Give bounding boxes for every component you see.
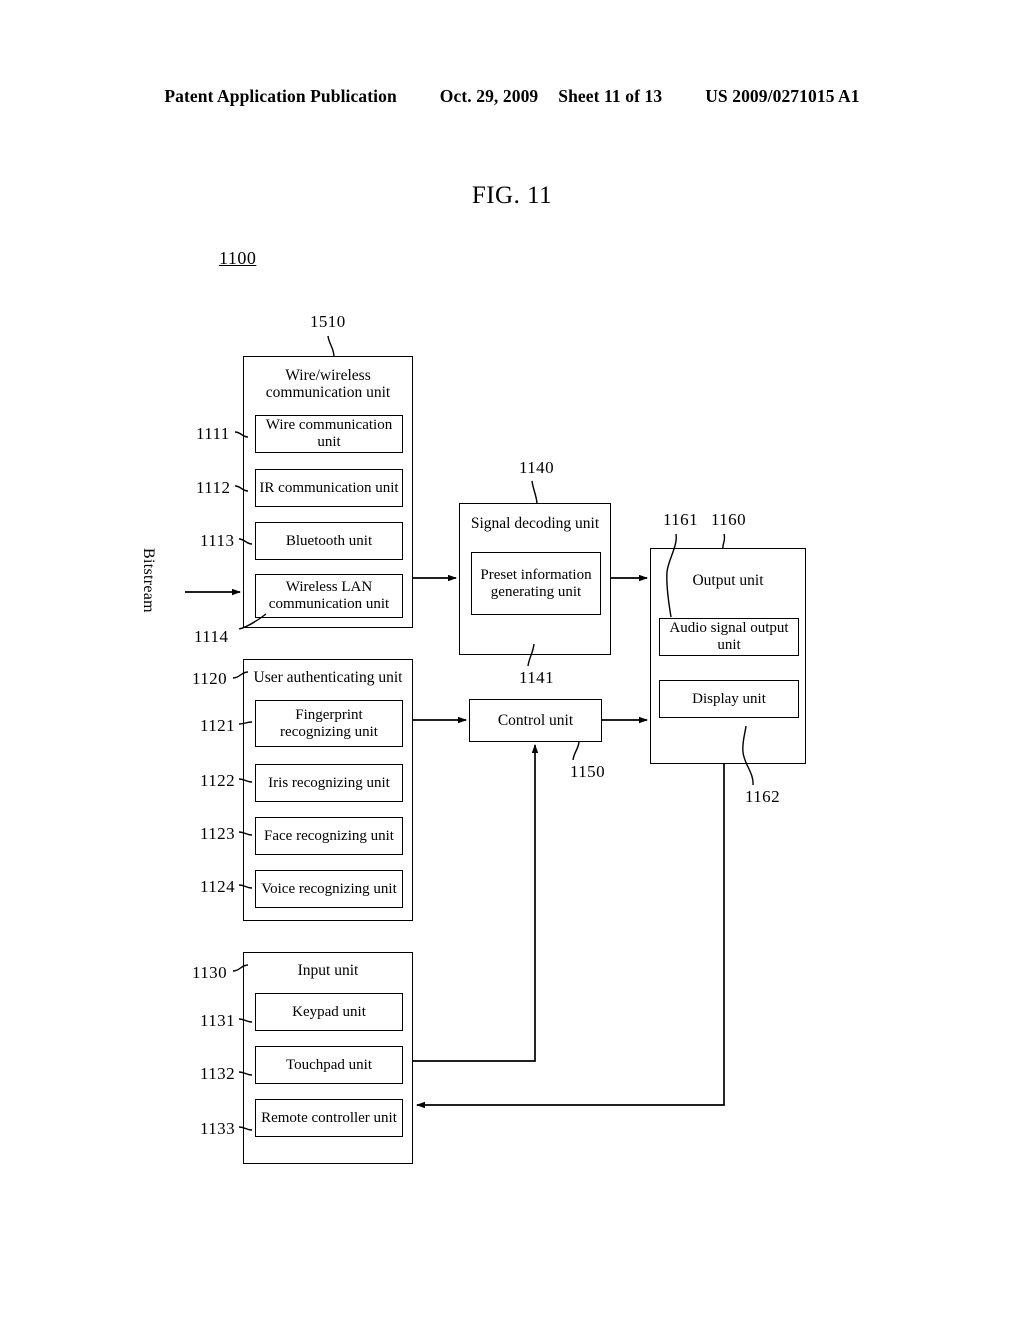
input-unit-title: Input unit (297, 962, 359, 979)
user-authenticating-title: User authenticating unit (253, 669, 403, 686)
reference-1510: 1510 (310, 312, 346, 331)
reference-1124: 1124 (200, 877, 235, 896)
output-unit: Output unit Audio signal output unit Dis… (650, 548, 806, 764)
audio-signal-output-unit: Audio signal output unit (659, 618, 799, 656)
iris-recognizing-unit: Iris recognizing unit (255, 764, 403, 802)
preset-information-generating-unit: Preset information generating unit (471, 552, 601, 615)
leader-1150 (572, 741, 580, 761)
voice-recognizing-unit: Voice recognizing unit (255, 870, 403, 908)
wire-wireless-communication-unit: Wire/wireless communication unit Wire co… (243, 356, 413, 628)
leader-1510 (327, 335, 335, 357)
input-unit: Input unit Keypad unit Touchpad unit Rem… (243, 952, 413, 1164)
reference-1162: 1162 (745, 787, 780, 806)
output-unit-title: Output unit (692, 572, 764, 589)
reference-1100: 1100 (219, 248, 257, 268)
reference-1141: 1141 (519, 668, 554, 687)
reference-1112: 1112 (196, 478, 231, 497)
reference-1122: 1122 (200, 771, 235, 790)
header-patent-number: US 2009/0271015 A1 (705, 86, 860, 106)
arrow-input-to-control (413, 744, 539, 1062)
reference-1120: 1120 (192, 669, 227, 688)
reference-1160: 1160 (711, 510, 746, 529)
page-header: Patent Application Publication Oct. 29, … (0, 86, 1024, 107)
signal-decoding-unit: Signal decoding unit Preset information … (459, 503, 611, 655)
user-authenticating-unit: User authenticating unit Fingerprint rec… (243, 659, 413, 921)
header-publication: Patent Application Publication (164, 86, 397, 106)
header-sheet: Sheet 11 of 13 (558, 86, 663, 106)
reference-1140: 1140 (519, 458, 554, 477)
header-date: Oct. 29, 2009 (439, 86, 539, 106)
control-unit: Control unit (469, 699, 602, 742)
wire-communication-unit: Wire communication unit (255, 415, 403, 453)
reference-1113: 1113 (200, 531, 235, 550)
reference-1133: 1133 (200, 1119, 235, 1138)
reference-1150: 1150 (570, 762, 605, 781)
fingerprint-recognizing-unit: Fingerprint recognizing unit (255, 700, 403, 747)
signal-decoding-title: Signal decoding unit (470, 515, 600, 532)
reference-1130: 1130 (192, 963, 227, 982)
reference-1111: 1111 (196, 424, 230, 443)
bitstream-label: Bitstream (140, 548, 157, 613)
reference-1121: 1121 (200, 716, 235, 735)
arrow-display-to-input (416, 764, 725, 1109)
remote-controller-unit: Remote controller unit (255, 1099, 403, 1137)
reference-1123: 1123 (200, 824, 235, 843)
display-unit: Display unit (659, 680, 799, 718)
bluetooth-unit: Bluetooth unit (255, 522, 403, 560)
ir-communication-unit: IR communication unit (255, 469, 403, 507)
figure-title: FIG. 11 (471, 182, 553, 209)
reference-1132: 1132 (200, 1064, 235, 1083)
wireless-lan-communication-unit: Wireless LAN communication unit (255, 574, 403, 618)
reference-1161: 1161 (663, 510, 698, 529)
reference-1114: 1114 (194, 627, 229, 646)
reference-1131: 1131 (200, 1011, 235, 1030)
wire-wireless-title: Wire/wireless communication unit (265, 367, 391, 402)
touchpad-unit: Touchpad unit (255, 1046, 403, 1084)
keypad-unit: Keypad unit (255, 993, 403, 1031)
leader-1160 (722, 533, 726, 550)
face-recognizing-unit: Face recognizing unit (255, 817, 403, 855)
leader-1140 (531, 480, 538, 504)
